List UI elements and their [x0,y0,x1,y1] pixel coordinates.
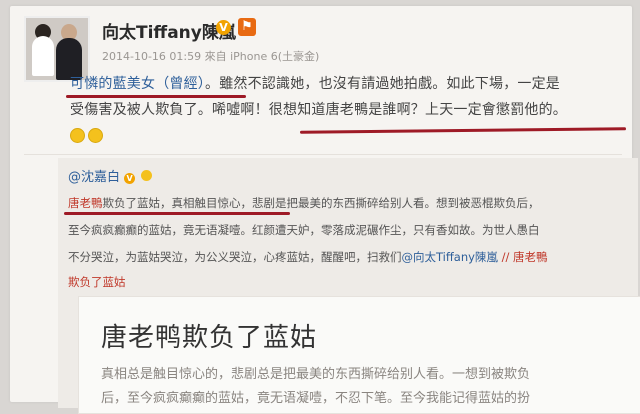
article-body-line: 后，至今疯疯癫癫的蓝姑，竟无语凝噎，不忍下笔。至今我能记得蓝姑的扮 [101,391,531,406]
verified-badge-icon: V [216,20,231,35]
repost-text-line-2: 至今疯疯癫癫的蓝姑，竟无语凝噎。红颜遭天妒，零落成泥碾作尘，只有香如故。为世人愚… [68,222,540,238]
post-text-line-1: 可憐的藍美女（曾經）。雖然不認識她，也沒有請過她拍戲。如此下場，一定是 [70,73,560,93]
repost-text-line-1: 唐老鴨欺负了蓝姑，真相触目惊心，悲剧是把最美的东西撕碎给别人看。想到被恶棍欺负后… [68,195,540,211]
repost-text-segment: 至今疯疯癫癫的蓝姑，竟无语凝噎。红颜遭天妒，零落成泥碾作尘，只有香如故。为世人愚… [68,223,540,237]
repost-text-segment: 不分哭泣，为蓝姑哭泣，为公义哭泣，心疼蓝姑，醒醒吧，扫救们 [68,250,402,264]
member-badge-icon: ⚑ [238,18,256,36]
repost-text-segment: 唐老鴨 [68,196,103,210]
verified-badge-icon: V [124,173,136,184]
repost-text-segment: 欺负了蓝姑 [68,275,126,289]
article-card[interactable]: 唐老鸭欺负了蓝姑 真相总是触目惊心的，悲剧总是把最美的东西撕碎给别人看。一想到被… [78,296,640,414]
red-underline-mark [66,95,246,98]
reposted-content: @沈嘉白 V 唐老鴨欺负了蓝姑，真相触目惊心，悲剧是把最美的东西撕碎给别人看。想… [58,158,640,414]
repost-text-segment: // 唐老鴨 [501,250,548,264]
red-underline-mark [299,127,627,134]
emoji-icon [88,128,103,143]
red-underline-mark [64,212,290,215]
repost-text-line-3: 不分哭泣，为蓝姑哭泣，为公义哭泣，心疼蓝姑，醒醒吧，扫救们@向太Tiffany陳… [68,249,548,265]
post-timestamp[interactable]: 2014-10-16 01:59 來自 iPhone 6(土豪金) [102,48,319,64]
divider [24,154,622,155]
mention-link[interactable]: @向太Tiffany陳嵐 [402,250,502,264]
post-text-segment: 。雖然不認識她，也沒有請過她拍戲。如此下場，一定是 [205,76,560,92]
repost-text-line-4: 欺负了蓝姑 [68,274,126,290]
article-title[interactable]: 唐老鸭欺负了蓝姑 [101,317,317,354]
emoji-icon [141,170,153,181]
post-text-segment: 受傷害及被人欺負了。唏噓啊！很想知道唐老鴨是誰啊？上天一定會懲罰他的。 [70,102,567,118]
post-text-segment: 可憐的藍美女（曾經） [70,76,205,92]
post-text-line-2: 受傷害及被人欺負了。唏噓啊！很想知道唐老鴨是誰啊？上天一定會懲罰他的。 [70,99,567,119]
repost-text-segment: 欺负了蓝姑，真相触目惊心，悲剧是把最美的东西撕碎给别人看。想到被恶棍欺负后， [102,196,540,210]
repost-author[interactable]: @沈嘉白 V [68,166,153,185]
article-body-line: 真相总是触目惊心的，悲剧总是把最美的东西撕碎给别人看。一想到被欺负 [101,367,531,382]
repost-author-name[interactable]: @沈嘉白 [68,170,120,185]
emoji-icon [70,128,85,143]
weibo-post-screenshot: 向太Tiffany陳嵐 V ⚑ 2014-10-16 01:59 來自 iPho… [10,6,640,414]
